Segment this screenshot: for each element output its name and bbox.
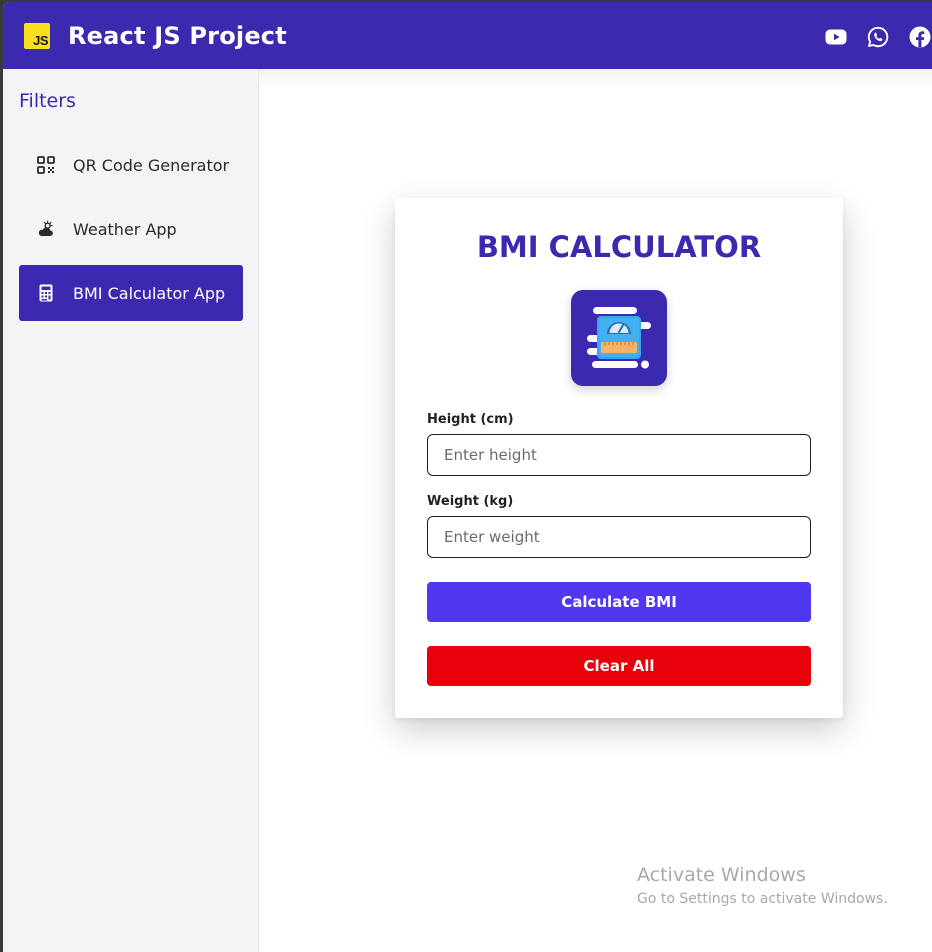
sidebar: Filters QR Code Generator Weather App BM…	[3, 69, 259, 952]
cloud-sun-icon	[37, 220, 55, 238]
height-label: Height (cm)	[427, 412, 514, 427]
top-navbar: JS React JS Project	[3, 2, 932, 69]
weight-input[interactable]	[427, 516, 811, 558]
activate-windows-watermark: Activate Windows Go to Settings to activ…	[637, 864, 888, 907]
sidebar-item-qr-code-generator[interactable]: QR Code Generator	[19, 137, 243, 193]
sidebar-item-label: Weather App	[73, 219, 177, 239]
js-logo: JS	[24, 22, 50, 49]
weight-label: Weight (kg)	[427, 494, 514, 509]
filters-title: Filters	[19, 90, 76, 112]
calculator-icon	[37, 284, 55, 302]
sidebar-item-bmi-calculator-app[interactable]: BMI Calculator App	[19, 265, 243, 321]
main-content: BMI CALCULATOR Height (cm) Enter height …	[259, 69, 932, 952]
app-window: JS React JS Project Filters QR Code Gene…	[3, 2, 932, 952]
height-input[interactable]	[427, 434, 811, 476]
facebook-icon[interactable]	[908, 25, 932, 54]
clear-all-button[interactable]: Clear All	[427, 646, 811, 686]
youtube-icon[interactable]	[824, 25, 848, 54]
bmi-scale-icon	[571, 290, 667, 386]
card-title: BMI CALCULATOR	[476, 230, 762, 264]
app-title: React JS Project	[68, 21, 287, 50]
top-shadow	[259, 69, 932, 89]
whatsapp-icon[interactable]	[866, 25, 890, 54]
social-links	[806, 25, 932, 54]
sidebar-item-weather-app[interactable]: Weather App	[19, 201, 243, 257]
sidebar-item-label: BMI Calculator App	[73, 283, 226, 303]
qr-code-icon	[37, 156, 55, 174]
calculate-bmi-button[interactable]: Calculate BMI	[427, 582, 811, 622]
sidebar-item-label: QR Code Generator	[73, 155, 230, 175]
watermark-subtitle: Go to Settings to activate Windows.	[637, 891, 888, 907]
bmi-calculator-card: BMI CALCULATOR Height (cm) Enter height …	[395, 198, 843, 718]
watermark-title: Activate Windows	[637, 864, 806, 886]
js-logo-text: JS	[33, 32, 48, 48]
